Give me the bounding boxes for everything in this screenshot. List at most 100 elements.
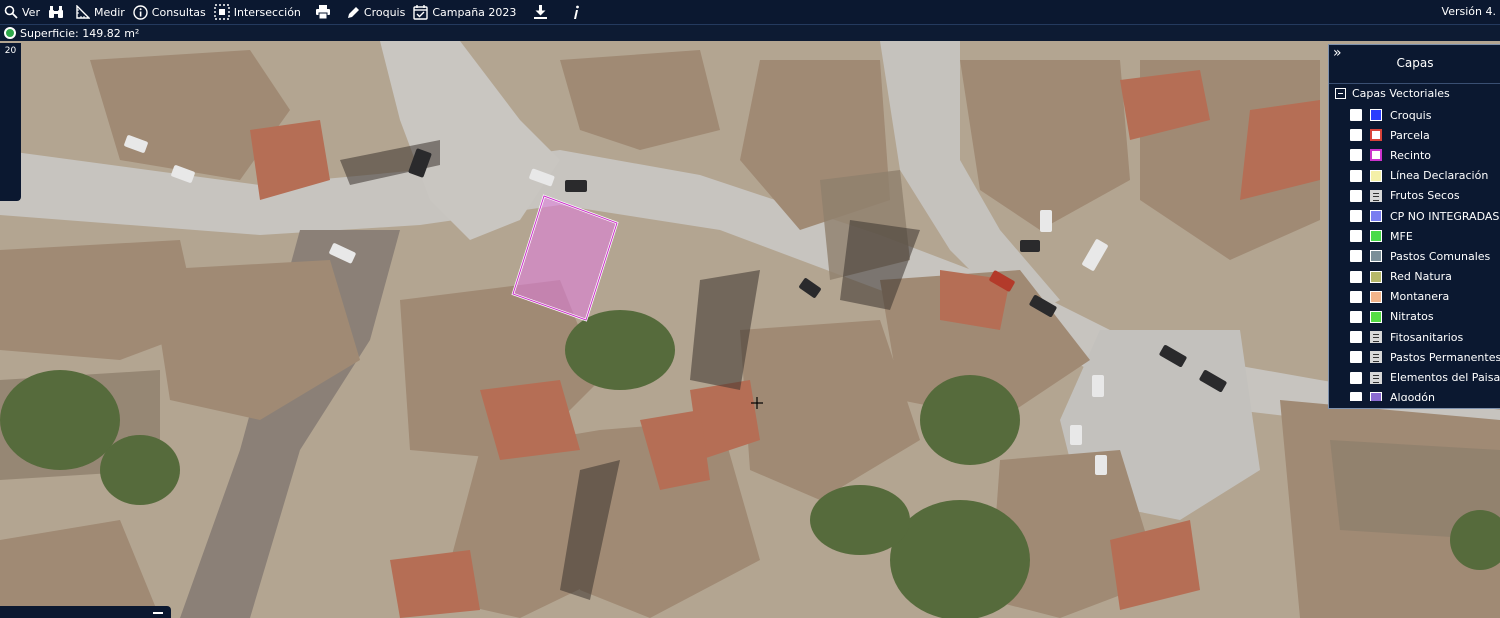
layer-checkbox[interactable] — [1350, 331, 1362, 344]
layer-item[interactable]: Elementos del Paisaje — [1350, 367, 1500, 387]
divider — [1329, 83, 1500, 84]
layer-item[interactable]: Pastos Comunales — [1350, 246, 1500, 266]
status-bar: Superficie: 149.82 m² — [0, 24, 1500, 41]
layer-item[interactable]: Pastos Permanentes — [1350, 347, 1500, 367]
layer-checkbox[interactable] — [1350, 149, 1362, 162]
layer-label: Red Natura — [1390, 270, 1452, 284]
color-swatch-icon — [1370, 129, 1382, 142]
vector-layers-group[interactable]: Capas Vectoriales — [1335, 87, 1450, 100]
map-view[interactable] — [0, 41, 1500, 618]
layer-item[interactable]: Recinto — [1350, 145, 1500, 165]
layer-checkbox[interactable] — [1350, 351, 1362, 364]
list-legend-icon — [1370, 189, 1382, 202]
layer-label: Línea Declaración — [1390, 169, 1489, 183]
color-swatch-icon — [1370, 210, 1382, 223]
layer-label: Pastos Comunales — [1390, 249, 1491, 263]
layer-checkbox[interactable] — [1350, 290, 1362, 303]
color-swatch-icon — [1370, 310, 1382, 323]
layer-item[interactable]: Línea Declaración — [1350, 166, 1500, 186]
layer-item[interactable]: Frutos Secos — [1350, 186, 1500, 206]
print-button[interactable] — [311, 0, 339, 24]
layer-checkbox[interactable] — [1350, 169, 1362, 182]
color-swatch-icon — [1370, 230, 1382, 243]
layer-checkbox[interactable] — [1350, 270, 1362, 283]
list-legend-icon — [1370, 331, 1382, 344]
layers-panel: » Capas Capas Vectoriales Croquis Parcela… — [1328, 44, 1500, 409]
layer-item[interactable]: Red Natura — [1350, 267, 1500, 287]
status-indicator-icon — [4, 27, 16, 39]
layer-label: Parcela — [1390, 128, 1430, 142]
crosshair-cursor-icon — [751, 397, 763, 409]
surface-area-text: Superficie: 149.82 m² — [20, 26, 140, 40]
layer-label: CP NO INTEGRADAS — [1390, 209, 1500, 223]
campana-label: Campaña 2023 — [432, 5, 517, 19]
color-swatch-icon — [1370, 149, 1382, 162]
layer-item[interactable]: Fitosanitarios — [1350, 327, 1500, 347]
color-swatch-icon — [1370, 250, 1382, 263]
layer-label: Nitratos — [1390, 310, 1434, 324]
binoculars-icon — [48, 6, 63, 18]
intersection-icon — [214, 4, 230, 20]
layer-checkbox[interactable] — [1350, 210, 1362, 223]
layer-item[interactable]: CP NO INTEGRADAS — [1350, 206, 1500, 226]
collapse-group-icon[interactable] — [1335, 88, 1346, 99]
calendar-check-icon — [413, 4, 429, 20]
pencil-icon — [347, 6, 359, 18]
layer-checkbox[interactable] — [1350, 109, 1362, 122]
about-button[interactable] — [567, 0, 589, 24]
layer-label: Recinto — [1390, 148, 1432, 162]
minimize-icon — [153, 612, 163, 614]
download-icon — [534, 5, 548, 19]
layer-label: Pastos Permanentes — [1390, 350, 1500, 364]
layer-label: Montanera — [1390, 290, 1450, 304]
layer-checkbox[interactable] — [1350, 250, 1362, 263]
download-button[interactable] — [530, 0, 555, 24]
ver-label: Ver — [22, 5, 40, 19]
layer-item[interactable]: MFE — [1350, 226, 1500, 246]
color-swatch-icon — [1370, 109, 1382, 122]
layers-panel-title: Capas — [1396, 56, 1434, 70]
main-toolbar: Ver Medir Consultas Intersección Croquis… — [0, 0, 1500, 24]
layer-label: Elementos del Paisaje — [1390, 371, 1500, 385]
croquis-button[interactable]: Croquis — [343, 0, 409, 24]
layer-checkbox[interactable] — [1350, 371, 1362, 384]
color-swatch-icon — [1370, 290, 1382, 303]
horizontal-scrollbar[interactable] — [1329, 401, 1500, 408]
consultas-button[interactable]: Consultas — [129, 0, 210, 24]
zoom-level-panel[interactable]: 20 — [0, 43, 21, 201]
binoculars-button[interactable] — [44, 0, 72, 24]
interseccion-label: Intersección — [233, 5, 301, 19]
group-label: Capas Vectoriales — [1352, 87, 1450, 100]
layer-item[interactable]: Parcela — [1350, 125, 1500, 145]
campana-button[interactable]: Campaña 2023 — [409, 0, 520, 24]
list-legend-icon — [1370, 351, 1382, 364]
layer-item[interactable]: Nitratos — [1350, 307, 1500, 327]
layer-item[interactable]: Croquis — [1350, 105, 1500, 125]
layer-list: Croquis Parcela Recinto Línea Declaración Fr… — [1350, 105, 1500, 408]
bottom-panel-toggle[interactable] — [0, 606, 171, 618]
layer-checkbox[interactable] — [1350, 129, 1362, 142]
italic-info-icon — [574, 5, 580, 19]
interseccion-button[interactable]: Intersección — [210, 0, 305, 24]
medir-button[interactable]: Medir — [72, 0, 129, 24]
croquis-label: Croquis — [363, 5, 406, 19]
layer-checkbox[interactable] — [1350, 310, 1362, 323]
layer-checkbox[interactable] — [1350, 230, 1362, 243]
layer-label: Frutos Secos — [1390, 189, 1460, 203]
layer-label: Croquis — [1390, 108, 1432, 122]
info-icon — [133, 4, 148, 20]
layer-item[interactable]: Montanera — [1350, 287, 1500, 307]
list-legend-icon — [1370, 371, 1382, 384]
layer-checkbox[interactable] — [1350, 189, 1362, 202]
color-swatch-icon — [1370, 169, 1382, 182]
ver-button[interactable]: Ver — [0, 0, 44, 24]
zoom-level-text: 20 — [4, 46, 17, 56]
ruler-icon — [76, 5, 90, 19]
consultas-label: Consultas — [151, 5, 206, 19]
layer-label: Fitosanitarios — [1390, 330, 1464, 344]
layer-label: MFE — [1390, 229, 1413, 243]
version-label: Versión 4. — [1441, 5, 1496, 18]
aerial-imagery[interactable] — [0, 41, 1500, 618]
medir-label: Medir — [93, 5, 125, 19]
printer-icon — [315, 5, 330, 19]
